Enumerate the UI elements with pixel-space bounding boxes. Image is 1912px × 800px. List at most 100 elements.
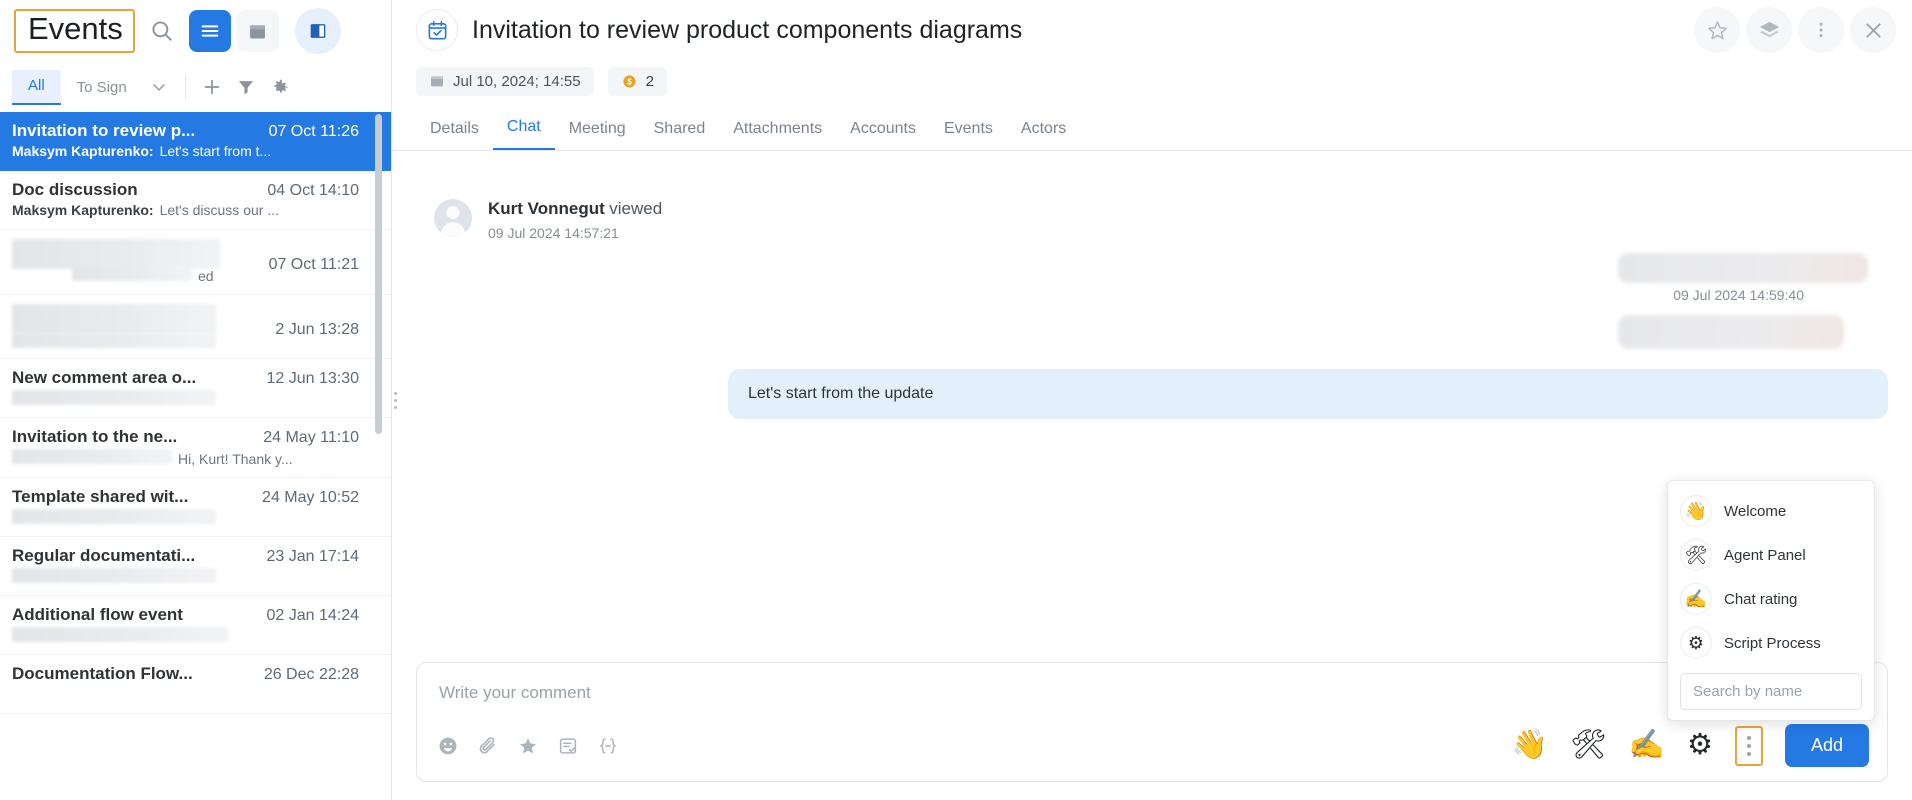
emoji-icon[interactable] xyxy=(437,735,459,757)
popup-item-agent-panel[interactable]: 🛠 Agent Panel xyxy=(1668,533,1874,577)
popup-item-label: Script Process xyxy=(1724,634,1821,652)
list-item-title: Template shared wit... xyxy=(12,487,189,506)
list-item-date: 07 Oct 11:26 xyxy=(268,123,359,140)
list-item-preview: ed xyxy=(198,268,214,284)
sidebar-filter-row: All To Sign xyxy=(0,62,391,112)
redacted-message-body xyxy=(1618,253,1868,283)
gears-emoji-icon[interactable]: ⚙ xyxy=(1687,731,1713,760)
list-item-title: Regular documentati... xyxy=(12,546,196,565)
popup-item-chat-rating[interactable]: ✍ Chat rating xyxy=(1668,577,1874,621)
events-sidebar: Events All To Sign Invitation to review … xyxy=(0,0,392,800)
event-meta-row: Jul 10, 2024; 14:55 $ 2 xyxy=(392,60,1912,102)
list-item-preview: Let's start from t... xyxy=(159,143,272,159)
filter-tab-to-sign[interactable]: To Sign xyxy=(63,72,141,103)
list-item-date: 26 Dec 22:28 xyxy=(263,666,359,683)
list-item[interactable]: Additional flow event 02 Jan 14:24 xyxy=(0,596,391,655)
chat-message-redacted xyxy=(416,253,1888,283)
more-actions-kebab[interactable] xyxy=(1734,725,1763,766)
chevron-down-icon[interactable] xyxy=(143,71,175,103)
popup-item-label: Welcome xyxy=(1724,502,1787,520)
popup-item-label: Chat rating xyxy=(1724,590,1798,608)
chat-message-bubble: Let's start from the update xyxy=(728,369,1888,419)
panel-resize-handle[interactable] xyxy=(391,0,400,800)
sidebar-scrollbar[interactable] xyxy=(375,114,382,434)
tools-emoji-icon[interactable]: 🛠 xyxy=(1570,731,1607,760)
list-item-sender: Maksym Kapturenko: xyxy=(12,202,154,218)
funnel-icon[interactable] xyxy=(230,71,262,103)
task-icon[interactable] xyxy=(557,735,579,757)
list-item-date: 02 Jan 14:24 xyxy=(266,607,359,624)
popup-item-welcome[interactable]: 👋 Welcome xyxy=(1668,489,1874,533)
tab-shared[interactable]: Shared xyxy=(640,114,720,150)
redacted-preview xyxy=(12,390,216,405)
sidebar-toolbar: Events xyxy=(0,0,391,62)
redacted-sender xyxy=(72,266,192,281)
list-item-title: Documentation Flow... xyxy=(12,664,193,683)
tab-meeting[interactable]: Meeting xyxy=(555,114,640,150)
list-item[interactable]: 07 Oct 11:21 ed xyxy=(0,230,391,295)
calendar-view-icon[interactable] xyxy=(236,10,279,52)
list-item-preview: Let's discuss our ... xyxy=(159,202,279,218)
list-item[interactable]: Regular documentati... 23 Jan 17:14 xyxy=(0,537,391,596)
calendar-icon xyxy=(429,73,445,89)
tab-actors[interactable]: Actors xyxy=(1007,114,1080,150)
list-item-title: New comment area o... xyxy=(12,368,197,387)
chat-message-redacted xyxy=(416,315,1888,349)
writing-hand-emoji-icon: ✍ xyxy=(1680,583,1712,615)
tab-chat[interactable]: Chat xyxy=(492,112,555,150)
list-view-icon[interactable] xyxy=(188,10,231,52)
event-title: Invitation to review product components … xyxy=(472,15,1023,44)
tab-attachments[interactable]: Attachments xyxy=(719,114,836,150)
toolbar-divider xyxy=(184,75,186,99)
kebab-menu-icon[interactable] xyxy=(1798,7,1844,53)
attachment-icon[interactable] xyxy=(477,735,499,757)
list-item-date: 23 Jan 17:14 xyxy=(266,548,359,565)
list-item-title: Additional flow event xyxy=(12,605,183,624)
redacted-title xyxy=(12,304,216,334)
tab-events[interactable]: Events xyxy=(930,114,1007,150)
list-item[interactable]: 2 Jun 13:28 xyxy=(0,295,391,359)
tab-details[interactable]: Details xyxy=(416,114,493,150)
popup-search-input[interactable]: Search by name xyxy=(1680,673,1862,710)
star-icon[interactable] xyxy=(517,735,539,757)
list-item[interactable]: Invitation to the ne... 24 May 11:10 Hi,… xyxy=(0,418,391,478)
wave-emoji-icon[interactable]: 👋 xyxy=(1512,731,1548,760)
gear-icon[interactable] xyxy=(264,71,296,103)
list-item[interactable]: Template shared wit... 24 May 10:52 xyxy=(0,478,391,537)
list-item[interactable]: New comment area o... 12 Jun 13:30 xyxy=(0,359,391,418)
star-icon[interactable] xyxy=(1694,7,1740,53)
layers-icon[interactable] xyxy=(1746,7,1792,53)
list-item-sender: Maksym Kapturenko: xyxy=(12,143,154,159)
tab-accounts[interactable]: Accounts xyxy=(836,114,930,150)
code-snippet-icon[interactable] xyxy=(597,735,619,757)
event-timestamp: 09 Jul 2024 14:57:21 xyxy=(488,225,619,241)
list-item-preview: Hi, Kurt! Thank y... xyxy=(178,451,293,467)
redacted-message-body xyxy=(1618,315,1844,349)
coin-count-chip[interactable]: $ 2 xyxy=(607,66,667,96)
close-icon[interactable] xyxy=(1850,7,1896,53)
popup-item-script-process[interactable]: ⚙ Script Process xyxy=(1668,621,1874,665)
tools-emoji-icon: 🛠 xyxy=(1680,539,1712,571)
list-item[interactable]: Invitation to review p... 07 Oct 11:26 M… xyxy=(0,112,391,171)
gears-emoji-icon: ⚙ xyxy=(1680,627,1712,659)
redacted-sender xyxy=(12,449,172,464)
list-item[interactable]: Documentation Flow... 26 Dec 22:28 xyxy=(0,655,391,714)
redacted-title xyxy=(12,239,220,269)
detail-header: Invitation to review product components … xyxy=(392,0,1912,60)
avatar xyxy=(434,199,472,237)
list-item-date: 04 Oct 14:10 xyxy=(267,182,359,199)
event-actor-name: Kurt Vonnegut xyxy=(488,199,605,218)
wave-emoji-icon: 👋 xyxy=(1680,495,1712,527)
filter-tab-all[interactable]: All xyxy=(12,69,61,105)
panel-toggle-icon[interactable] xyxy=(294,8,341,54)
chat-system-event: Kurt Vonnegut viewed 09 Jul 2024 14:57:2… xyxy=(416,151,1888,241)
event-action: viewed xyxy=(609,199,663,218)
add-button[interactable]: Add xyxy=(1784,724,1869,767)
search-icon[interactable] xyxy=(141,10,183,52)
redacted-preview xyxy=(12,333,216,348)
list-item[interactable]: Doc discussion 04 Oct 14:10 Maksym Kaptu… xyxy=(0,171,391,230)
event-date-chip[interactable]: Jul 10, 2024; 14:55 xyxy=(416,66,594,96)
coin-icon: $ xyxy=(621,73,638,90)
plus-icon[interactable] xyxy=(196,71,228,103)
writing-hand-emoji-icon[interactable]: ✍ xyxy=(1629,731,1665,760)
